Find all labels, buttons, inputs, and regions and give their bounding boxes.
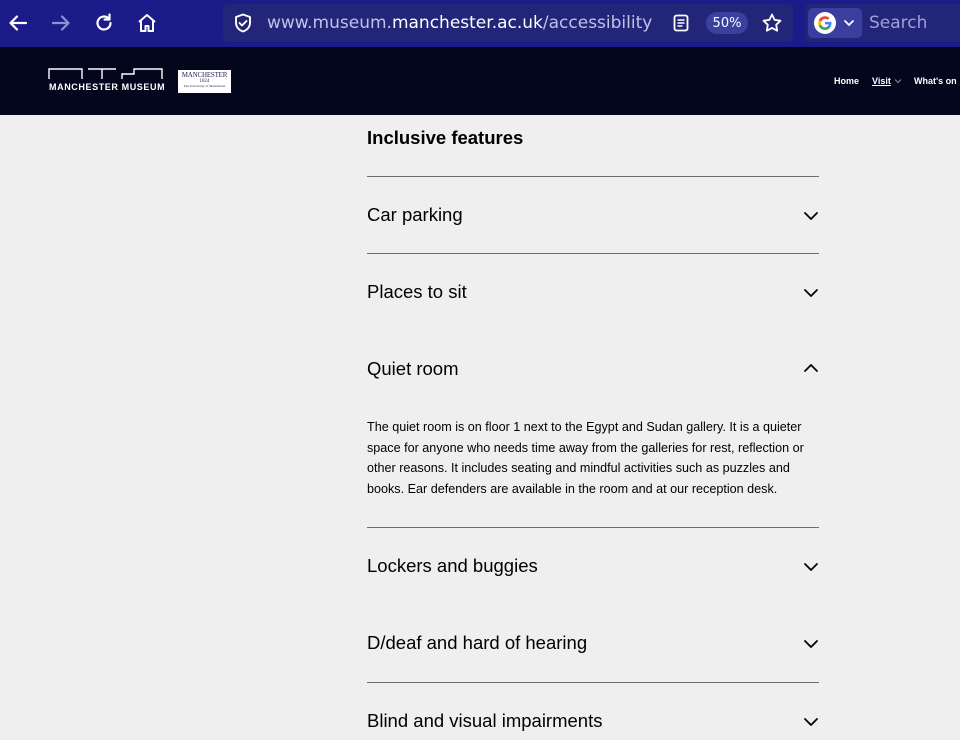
url-prefix: www.museum. (267, 13, 392, 33)
chevron-down-icon[interactable] (803, 636, 819, 652)
search-box[interactable]: Search (805, 4, 960, 42)
address-bar[interactable]: www.museum.manchester.ac.uk/accessibilit… (223, 4, 793, 42)
chevron-down-icon[interactable] (803, 208, 819, 224)
university-logo[interactable]: MANCHESTER 1824 The University of Manche… (178, 70, 231, 93)
chevron-down-icon[interactable] (803, 714, 819, 730)
chevron-down-icon[interactable] (803, 559, 819, 575)
back-button[interactable] (4, 9, 32, 37)
google-icon (814, 12, 836, 34)
shield-icon (235, 13, 251, 33)
divider (367, 176, 819, 177)
reload-button[interactable] (90, 9, 118, 37)
search-engine-selector[interactable] (808, 8, 862, 38)
museum-logo-mark[interactable] (48, 68, 163, 80)
nav-whats-on[interactable]: What's on (914, 76, 957, 86)
divider (367, 682, 819, 683)
reload-icon (96, 13, 112, 31)
accordion-label[interactable]: Places to sit (367, 281, 467, 303)
reader-view-icon[interactable] (671, 13, 691, 33)
divider (367, 527, 819, 528)
bookmark-star-icon[interactable] (761, 12, 783, 34)
nav-home[interactable]: Home (834, 76, 859, 86)
section-title: Inclusive features (367, 127, 524, 148)
home-icon (138, 14, 156, 32)
url-domain: manchester.ac.uk (391, 13, 543, 33)
museum-logo-text[interactable]: MANCHESTER MUSEUM (49, 82, 165, 92)
site-header: MANCHESTER MUSEUM MANCHESTER 1824 The Un… (0, 47, 960, 115)
chevron-down-icon (894, 79, 902, 84)
home-button[interactable] (133, 9, 161, 37)
nav-visit[interactable]: Visit (872, 76, 891, 86)
accordion-label[interactable]: D/deaf and hard of hearing (367, 632, 587, 654)
chevron-up-icon[interactable] (803, 360, 819, 376)
url-path: /accessibility (542, 13, 653, 33)
browser-toolbar: www.museum.manchester.ac.uk/accessibilit… (0, 0, 960, 47)
accordion-label[interactable]: Quiet room (367, 358, 459, 380)
accordion-label[interactable]: Car parking (367, 204, 463, 226)
url-text[interactable]: www.museum.manchester.ac.uk/accessibilit… (267, 13, 652, 33)
divider (367, 253, 819, 254)
university-logo-sub: The University of Manchester (183, 84, 226, 88)
zoom-level-badge[interactable]: 50% (706, 12, 748, 34)
accordion-label[interactable]: Blind and visual impairments (367, 710, 602, 732)
arrow-left-icon (9, 15, 28, 31)
accordion-label[interactable]: Lockers and buggies (367, 555, 538, 577)
forward-button[interactable] (47, 9, 75, 37)
university-logo-name: MANCHESTER (181, 71, 228, 79)
accordion-body-quiet-room: The quiet room is on floor 1 next to the… (367, 420, 804, 496)
chevron-down-icon (844, 20, 854, 27)
arrow-right-icon (51, 15, 70, 31)
search-placeholder[interactable]: Search (869, 13, 927, 33)
chevron-down-icon[interactable] (803, 285, 819, 301)
